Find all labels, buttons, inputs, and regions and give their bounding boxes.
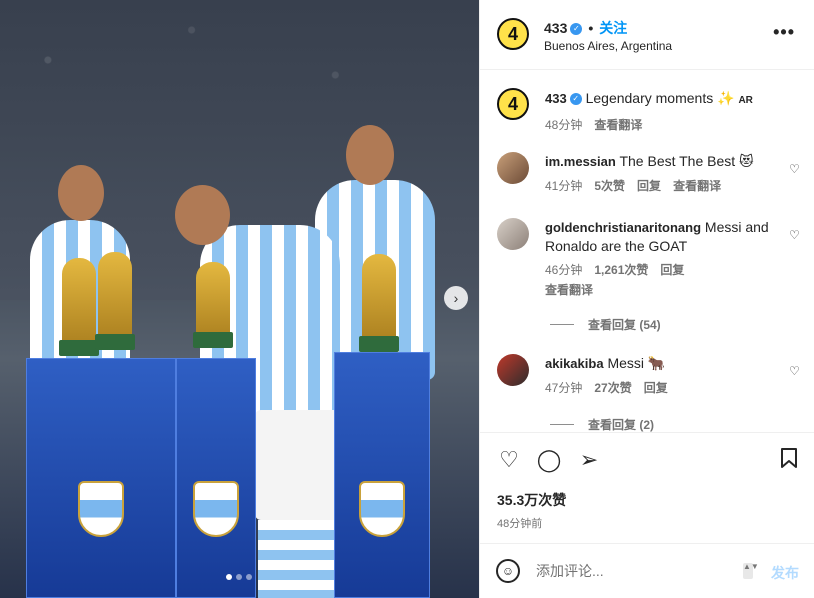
- translate-link[interactable]: 查看翻译: [673, 177, 721, 195]
- avatar[interactable]: [497, 354, 529, 386]
- location-link[interactable]: Buenos Aires, Argentina: [544, 39, 672, 53]
- scroll-arrows-icon: ▲▼: [743, 563, 759, 579]
- podium-1: [26, 358, 176, 598]
- comment-text: Messi 🐂: [607, 355, 666, 371]
- avatar[interactable]: 4: [497, 18, 529, 50]
- verified-icon: ✓: [570, 23, 583, 36]
- comment-user[interactable]: im.messian: [545, 154, 616, 169]
- view-replies-label: 查看回复 (54): [588, 318, 661, 332]
- player-left-head: [58, 165, 104, 221]
- comment-icon[interactable]: ◯: [536, 447, 562, 473]
- comment-meta-2: 查看翻译: [545, 281, 785, 299]
- avatar[interactable]: 4: [497, 88, 529, 120]
- reply-button[interactable]: 回复: [660, 261, 684, 279]
- heart-icon[interactable]: ♡: [789, 162, 800, 176]
- translate-link[interactable]: 查看翻译: [594, 116, 642, 134]
- trophy-1: [59, 258, 99, 356]
- comment-meta: 41分钟 5次赞 回复 查看翻译: [545, 177, 785, 195]
- comment-time: 46分钟: [545, 263, 583, 277]
- comment-user[interactable]: goldenchristianaritonang: [545, 220, 701, 235]
- heart-icon[interactable]: ♡: [496, 447, 522, 473]
- post-side-panel: 4 433 ✓ • 关注 Buenos Aires, Argentina ••• 4 …: [479, 0, 814, 598]
- comment-likes[interactable]: 27次赞: [594, 379, 631, 397]
- emoji-icon[interactable]: ☺: [496, 559, 520, 583]
- translate-link[interactable]: 查看翻译: [545, 281, 593, 299]
- comment-user[interactable]: akikakiba: [545, 356, 604, 371]
- post-header: 4 433 ✓ • 关注 Buenos Aires, Argentina •••: [480, 0, 814, 70]
- view-replies-button[interactable]: 查看回复 (54): [550, 316, 661, 333]
- avatar[interactable]: [497, 218, 529, 250]
- reply-button[interactable]: 回复: [644, 379, 668, 397]
- trophy-4: [359, 254, 399, 352]
- next-slide-button[interactable]: ›: [444, 286, 468, 310]
- comment-time: 41分钟: [545, 179, 583, 193]
- bookmark-icon[interactable]: [776, 447, 802, 473]
- verified-icon: ✓: [569, 93, 582, 106]
- post-photo[interactable]: ›: [0, 0, 479, 598]
- separator: •: [588, 20, 594, 36]
- more-horizontal-icon[interactable]: •••: [773, 22, 795, 43]
- post-actions: ♡ ◯ ➢ 35.3万次赞 48分钟前: [480, 432, 814, 542]
- divider: [550, 424, 574, 425]
- caption-meta: 48分钟 查看翻译: [545, 116, 785, 134]
- comment-body: akikakiba Messi 🐂 47分钟 27次赞 回复: [545, 354, 785, 397]
- trophy-2: [95, 252, 135, 350]
- player-center-shorts: [255, 410, 345, 520]
- account-name[interactable]: 433: [544, 20, 567, 36]
- comment-body: im.messian The Best The Best 😻 41分钟 5次赞 …: [545, 152, 785, 195]
- heart-icon[interactable]: ♡: [789, 364, 800, 378]
- send-icon[interactable]: ➢: [576, 447, 602, 473]
- afa-crest: [193, 481, 239, 537]
- caption-text: Legendary moments ✨: [585, 90, 735, 106]
- comment-meta: 47分钟 27次赞 回复: [545, 379, 785, 397]
- post-time: 48分钟前: [497, 518, 543, 530]
- divider: [550, 324, 574, 325]
- player-center-legs: [258, 520, 338, 598]
- player-right-head: [346, 125, 394, 185]
- carousel-dot: [246, 574, 252, 580]
- podium-3: [334, 352, 430, 598]
- podium-2: [176, 358, 256, 598]
- caption-user[interactable]: 433: [545, 91, 567, 106]
- account-line: 433 ✓ • 关注: [544, 18, 627, 38]
- afa-crest: [359, 481, 405, 537]
- post-comment-button[interactable]: 发布: [771, 563, 799, 583]
- carousel-dot: [236, 574, 242, 580]
- view-replies-button[interactable]: 查看回复 (2): [550, 416, 654, 432]
- comment-text: The Best The Best 😻: [619, 153, 754, 169]
- avatar[interactable]: [497, 152, 529, 184]
- comment-input[interactable]: [536, 558, 736, 584]
- carousel-dots: [226, 574, 252, 580]
- comment-likes[interactable]: 1,261次赞: [594, 261, 648, 279]
- caption-time: 48分钟: [545, 118, 583, 132]
- likes-count[interactable]: 35.3万次赞: [497, 490, 566, 510]
- add-comment-bar: ☺ ▲▼ 发布: [480, 543, 814, 598]
- afa-crest: [78, 481, 124, 537]
- trophy-3: [193, 262, 233, 348]
- comment-time: 47分钟: [545, 381, 583, 395]
- caption-badge: AR: [738, 95, 753, 106]
- player-center-head: [175, 185, 230, 245]
- comment-likes[interactable]: 5次赞: [594, 177, 625, 195]
- view-replies-label: 查看回复 (2): [588, 418, 655, 432]
- comments-list[interactable]: 4 433 ✓ Legendary moments ✨ AR 48分钟 查看翻译 …: [480, 70, 814, 432]
- carousel-dot: [226, 574, 232, 580]
- comment-body: goldenchristianaritonang Messi and Ronal…: [545, 218, 785, 299]
- reply-button[interactable]: 回复: [637, 177, 661, 195]
- follow-button[interactable]: 关注: [599, 20, 627, 36]
- heart-icon[interactable]: ♡: [789, 228, 800, 242]
- comment-meta: 46分钟 1,261次赞 回复: [545, 261, 785, 279]
- caption-body: 433 ✓ Legendary moments ✨ AR 48分钟 查看翻译: [545, 89, 785, 134]
